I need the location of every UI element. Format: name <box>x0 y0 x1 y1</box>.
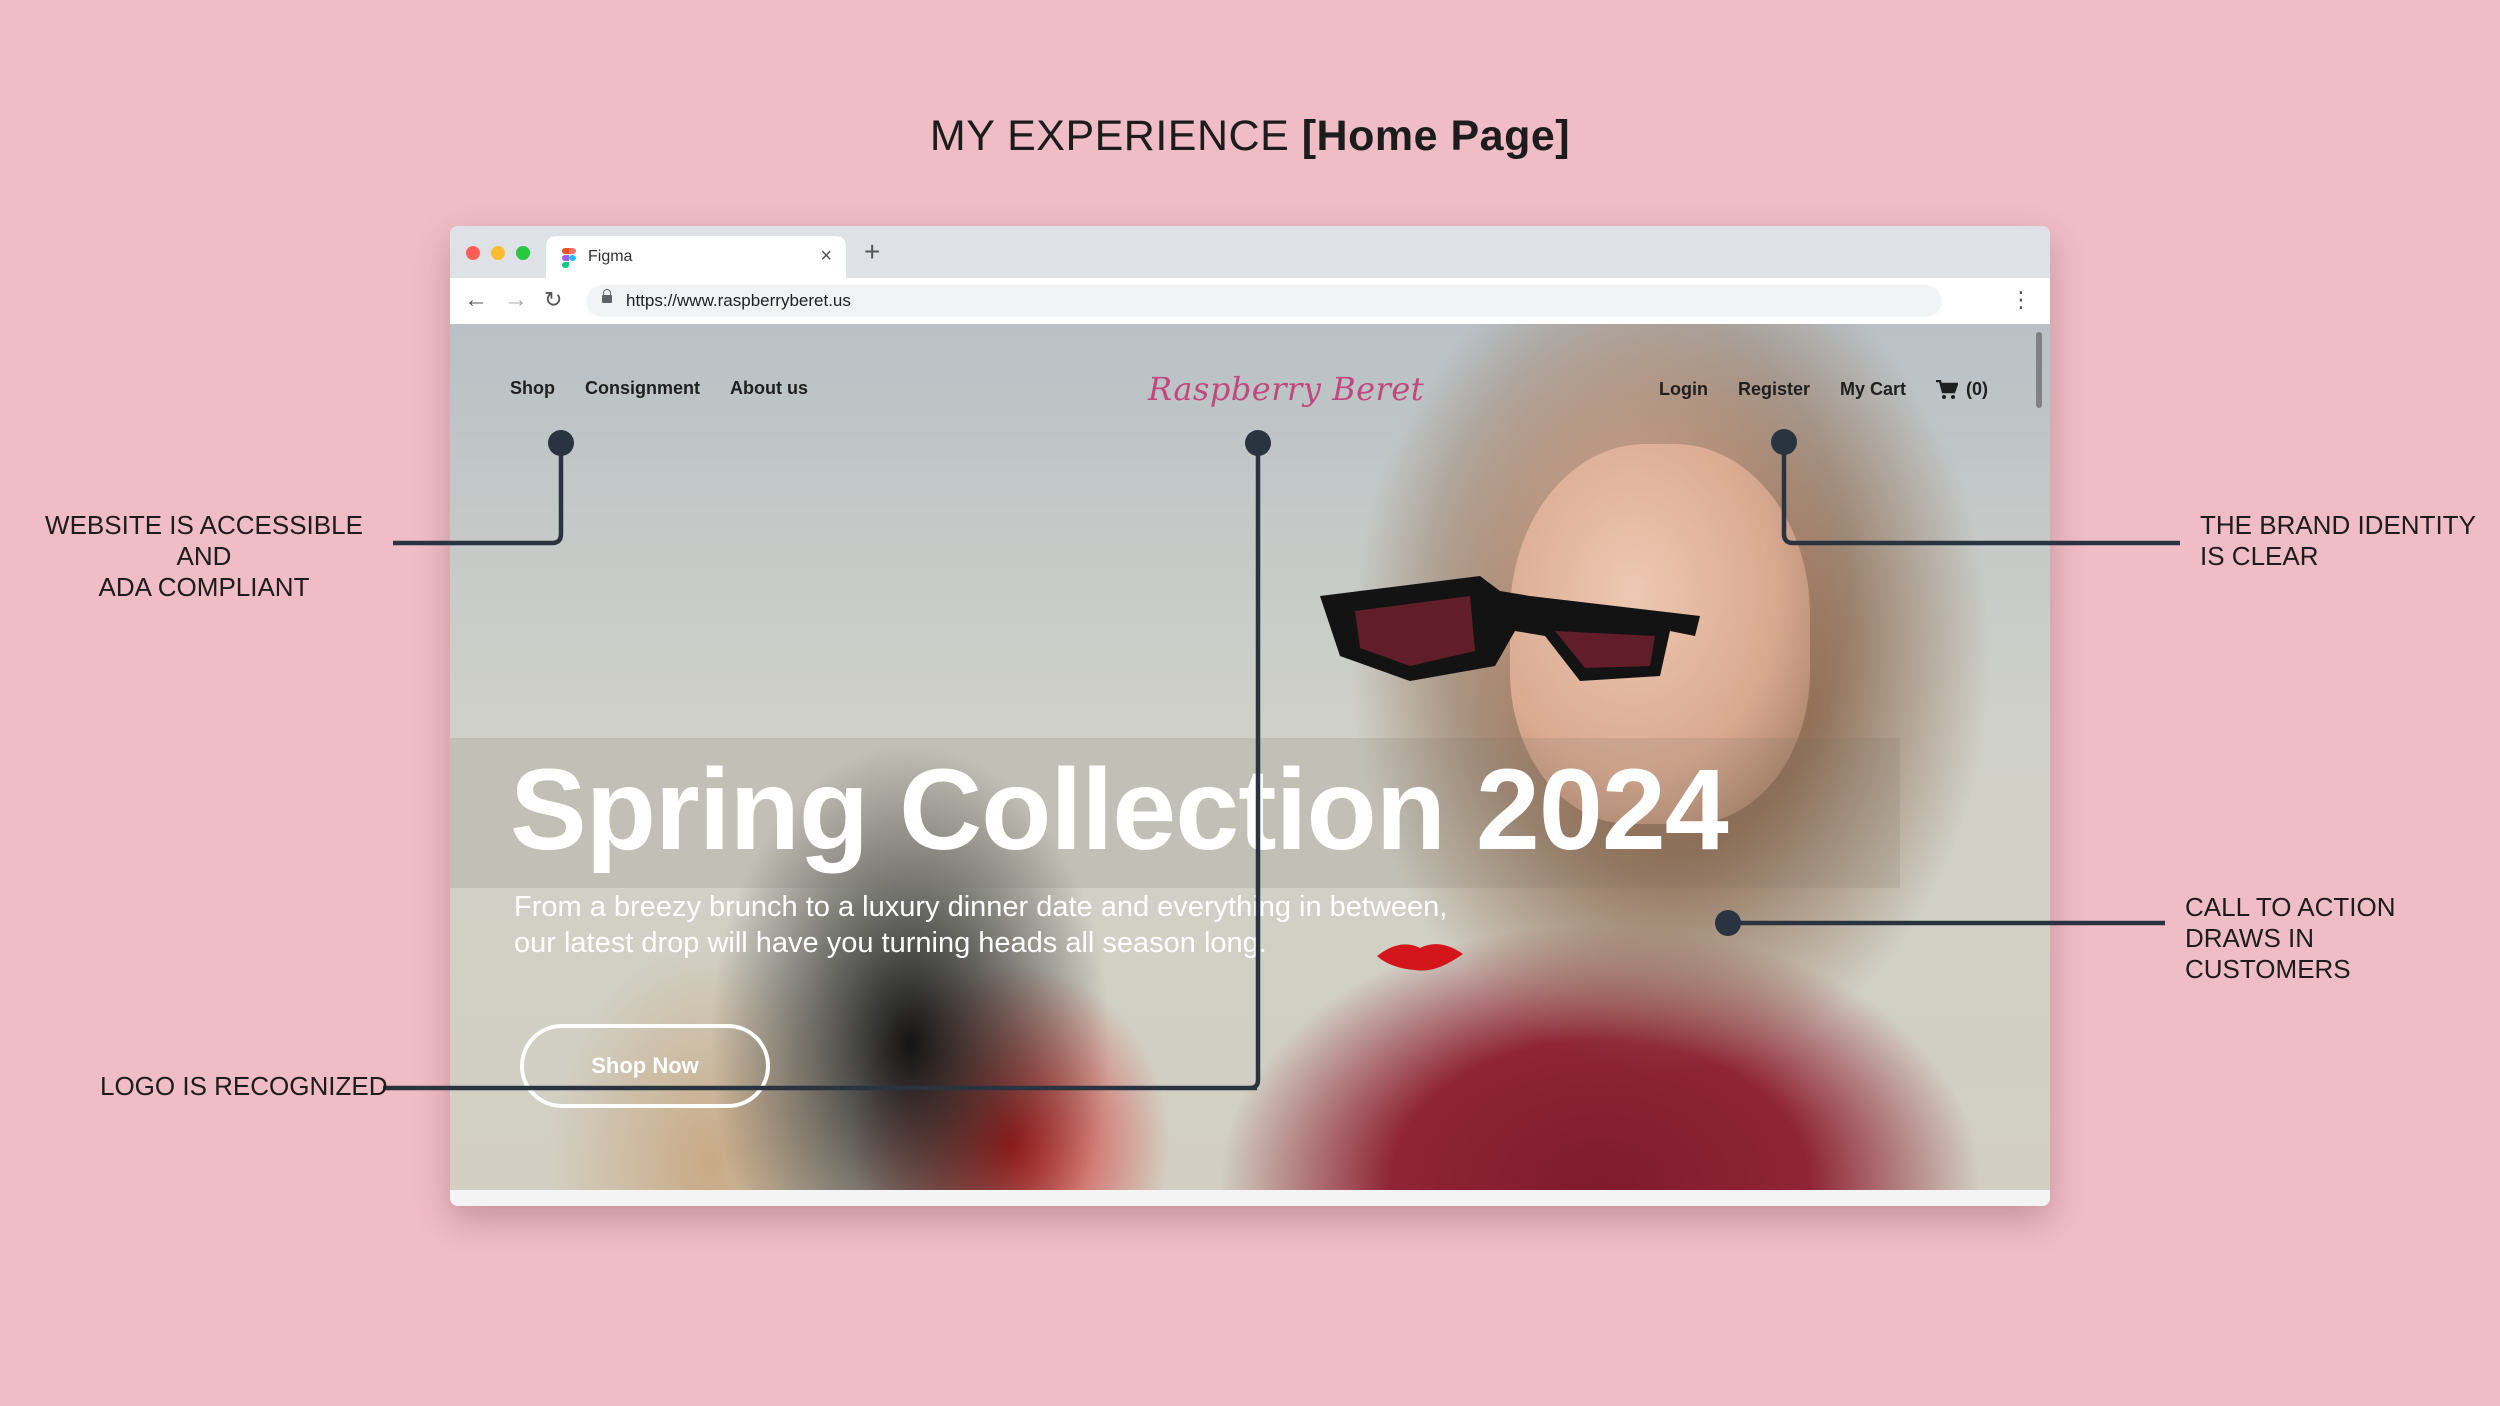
cart-button[interactable]: (0) <box>1936 379 1988 400</box>
nav-cart-link[interactable]: My Cart <box>1840 379 1906 400</box>
nav-login-link[interactable]: Login <box>1659 379 1708 400</box>
nav-about-link[interactable]: About us <box>730 378 808 399</box>
address-url[interactable]: https://www.raspberryberet.us <box>626 291 851 311</box>
page-bottom-strip <box>450 1190 2050 1206</box>
callout-cta-line-2: DRAWS IN CUSTOMERS <box>2185 923 2351 984</box>
callout-brand-identity: THE BRAND IDENTITY IS CLEAR <box>2200 510 2490 572</box>
figma-icon <box>562 248 576 268</box>
page-scrollbar[interactable] <box>2036 332 2042 408</box>
website-viewport: Shop Consignment About us Raspberry Bere… <box>450 324 2050 1190</box>
tab-title: Figma <box>588 248 633 265</box>
shopping-cart-icon <box>1936 379 1958 399</box>
address-bar[interactable]: https://www.raspberryberet.us <box>586 285 1942 317</box>
back-arrow-icon[interactable]: ← <box>464 286 488 314</box>
lock-icon <box>602 289 612 303</box>
callout-accessible-line-1: WEBSITE IS ACCESSIBLE AND <box>45 510 363 571</box>
browser-window: Figma × + ← → ↻ https://www.raspberryber… <box>450 226 2050 1206</box>
browser-menu-icon[interactable]: ⋮ <box>2010 287 2032 313</box>
browser-tab[interactable]: Figma × <box>546 236 846 278</box>
slide-title-regular: MY EXPERIENCE <box>929 112 1290 160</box>
reload-icon[interactable]: ↻ <box>544 287 562 313</box>
site-nav-right: Login Register My Cart (0) <box>1659 379 1988 400</box>
cart-count: (0) <box>1966 379 1988 399</box>
close-window-button[interactable] <box>466 246 480 260</box>
callout-logo: LOGO IS RECOGNIZED <box>100 1071 400 1102</box>
nav-register-link[interactable]: Register <box>1738 379 1810 400</box>
shop-now-button[interactable]: Shop Now <box>520 1024 770 1108</box>
callout-accessible-line-2: ADA COMPLIANT <box>98 572 310 602</box>
callout-brand-line-2: IS CLEAR <box>2200 541 2319 571</box>
callout-logo-line-1: LOGO IS RECOGNIZED <box>100 1071 388 1101</box>
site-logo[interactable]: Raspberry Beret <box>1148 370 1424 408</box>
nav-consignment-link[interactable]: Consignment <box>585 378 700 399</box>
browser-toolbar: ← → ↻ https://www.raspberryberet.us ⋮ <box>450 278 2050 325</box>
minimize-window-button[interactable] <box>491 246 505 260</box>
callout-cta: CALL TO ACTION DRAWS IN CUSTOMERS <box>2185 892 2485 985</box>
tab-close-icon[interactable]: × <box>820 245 832 268</box>
callout-cta-line-1: CALL TO ACTION <box>2185 892 2396 922</box>
slide-title: MY EXPERIENCE [Home Page] <box>0 112 2500 161</box>
nav-shop-link[interactable]: Shop <box>510 378 555 399</box>
slide-title-bold: [Home Page] <box>1301 112 1571 160</box>
hero-title: Spring Collection 2024 <box>510 746 1729 874</box>
browser-tab-strip: Figma × + <box>450 226 2050 278</box>
forward-arrow-icon[interactable]: → <box>504 286 528 314</box>
callout-brand-line-1: THE BRAND IDENTITY <box>2200 510 2476 540</box>
hero-subtitle: From a breezy brunch to a luxury dinner … <box>514 891 1448 959</box>
maximize-window-button[interactable] <box>516 246 530 260</box>
site-nav-left: Shop Consignment About us <box>510 378 808 399</box>
new-tab-button[interactable]: + <box>864 236 880 268</box>
callout-accessible: WEBSITE IS ACCESSIBLE AND ADA COMPLIANT <box>24 510 384 603</box>
sunglasses-image <box>1320 576 1700 681</box>
